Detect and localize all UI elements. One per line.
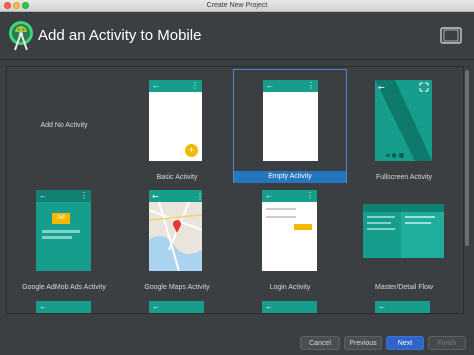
back-arrow-icon: ← [265, 191, 273, 200]
tile-basic-activity[interactable]: ← ⋮ + Basic Activity [120, 70, 234, 184]
svg-text:◀ ● ■: ◀ ● ■ [385, 152, 405, 159]
tile-label: Master/Detail Flow [375, 284, 433, 291]
cancel-button[interactable]: Cancel [300, 336, 340, 350]
previous-button[interactable]: Previous [344, 336, 382, 350]
app-bar: ← ⋮ [36, 190, 91, 202]
next-button[interactable]: Next [386, 336, 424, 350]
back-arrow-icon: ← [152, 302, 160, 311]
create-project-window: Create New Project Add an Activity to Mo… [0, 0, 474, 355]
tile-partial-row3-col1[interactable]: ← [36, 301, 91, 313]
overflow-menu-icon: ⋮ [306, 191, 314, 200]
tile-partial-row3-col3[interactable]: ← [262, 301, 317, 313]
app-bar: ← ⋮ [263, 80, 318, 92]
admob-preview: ← ⋮ Ad [36, 190, 91, 271]
finish-button[interactable]: Finish [428, 336, 466, 350]
app-bar: ← ⋮ [149, 80, 202, 92]
tile-empty-activity[interactable]: ← ⋮ Empty Activity [233, 69, 347, 183]
back-arrow-icon: ← [152, 81, 160, 90]
svg-text:←: ← [152, 192, 159, 201]
email-field-placeholder [266, 208, 296, 210]
tile-google-maps-activity[interactable]: ← ⋮ Google Maps Activity [120, 180, 234, 294]
tile-label: Add No Activity [40, 122, 88, 129]
back-arrow-icon: ← [378, 302, 386, 311]
android-studio-logo-icon [9, 21, 33, 51]
master-detail-preview [363, 204, 444, 258]
map-preview: ← ⋮ [149, 190, 202, 271]
title-bar: Create New Project [0, 0, 474, 12]
sign-in-button-placeholder [294, 224, 312, 230]
tile-google-admob-ads-activity[interactable]: ← ⋮ Ad Google AdMob Ads Activity [7, 180, 121, 294]
tile-partial-row3-col4[interactable]: ← [375, 301, 430, 313]
scrollbar-thumb[interactable] [465, 70, 469, 246]
ad-badge: Ad [52, 213, 70, 224]
form-factor-icon [440, 27, 462, 44]
back-arrow-icon: ← [39, 302, 47, 311]
tile-partial-row3-col2[interactable]: ← [149, 301, 204, 313]
tile-label: Login Activity [269, 284, 311, 291]
tile-add-no-activity[interactable]: Add No Activity [7, 67, 121, 181]
activity-gallery: Add No Activity ← ⋮ + Basic Activity ← ⋮… [6, 66, 464, 314]
tile-login-activity[interactable]: ← ⋮ Login Activity [233, 180, 347, 294]
gallery-scrollbar[interactable] [464, 66, 470, 314]
tile-master-detail-flow[interactable]: Master/Detail Flow [347, 180, 461, 294]
back-arrow-icon: ← [39, 191, 47, 200]
back-arrow-icon: ← [266, 81, 274, 90]
floating-action-button-icon: + [185, 144, 198, 157]
phone-preview: ← ⋮ [262, 190, 317, 271]
tile-fullscreen-activity[interactable]: ← ◀ ● ■ Fullscreen Activity [347, 70, 461, 184]
overflow-menu-icon: ⋮ [191, 81, 199, 90]
svg-text:⋮: ⋮ [196, 192, 202, 201]
svg-text:←: ← [378, 83, 385, 92]
app-bar: ← ⋮ [262, 190, 317, 202]
text-placeholder [42, 230, 80, 233]
overflow-menu-icon: ⋮ [307, 81, 315, 90]
fullscreen-preview: ← ◀ ● ■ [375, 80, 432, 161]
phone-preview: ← ⋮ + [149, 80, 202, 161]
window-title: Create New Project [206, 2, 268, 9]
overflow-menu-icon: ⋮ [80, 191, 88, 200]
tile-label: Google AdMob Ads Activity [22, 284, 106, 291]
back-arrow-icon: ← [265, 302, 273, 311]
page-title: Add an Activity to Mobile [38, 27, 202, 44]
wizard-header: Add an Activity to Mobile [0, 13, 474, 60]
phone-preview: ← ⋮ [263, 80, 318, 161]
password-field-placeholder [266, 216, 296, 218]
tile-label: Google Maps Activity [144, 284, 210, 291]
text-placeholder [42, 236, 72, 239]
